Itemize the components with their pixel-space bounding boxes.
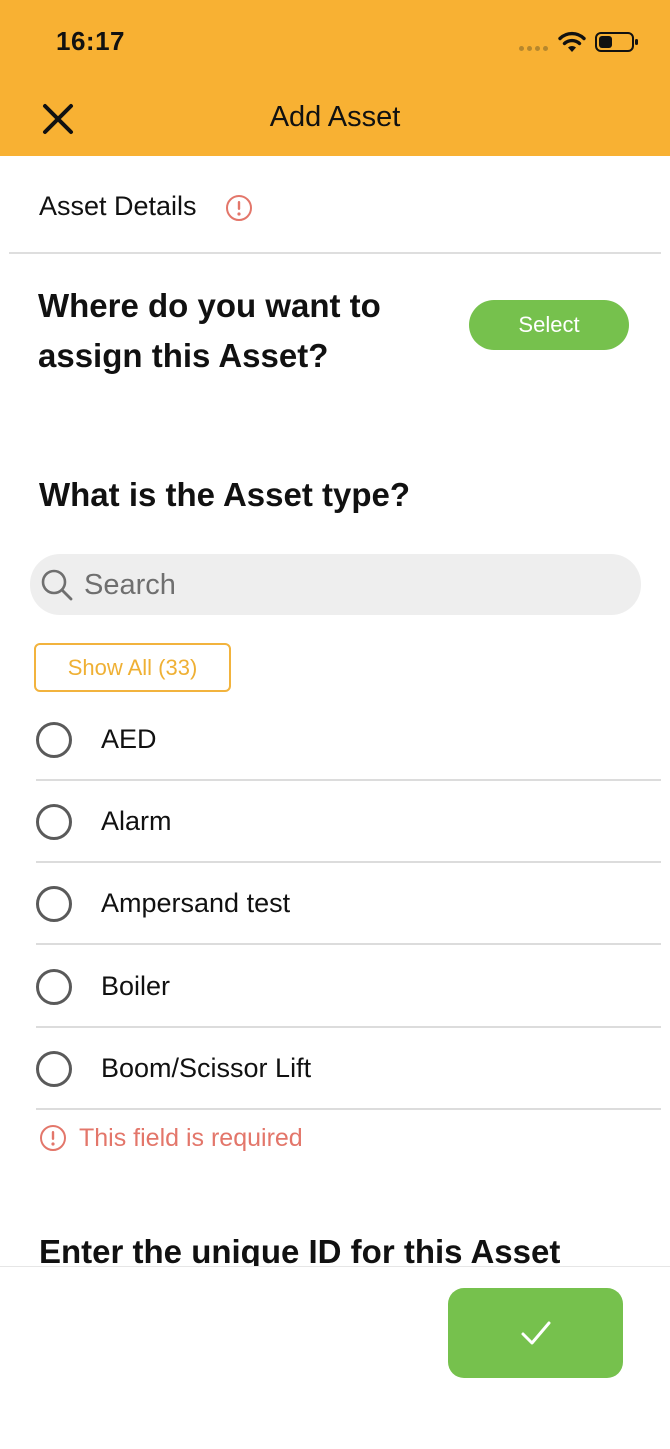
checkmark-icon (521, 1321, 551, 1345)
list-item-label: Boiler (101, 971, 171, 1001)
list-item[interactable]: Alarm (0, 780, 670, 863)
cellular-signal-icon (519, 46, 549, 52)
asset-type-question: What is the Asset type? (39, 476, 411, 513)
page-title: Add Asset (269, 101, 401, 133)
warning-icon (226, 195, 252, 221)
status-bar: 16:17 (0, 0, 670, 86)
error-message: This field is required (79, 1124, 303, 1152)
status-time: 16:17 (56, 26, 125, 56)
search-input[interactable] (84, 566, 604, 604)
radio-button[interactable] (36, 969, 72, 1005)
search-icon (41, 569, 73, 601)
list-item-label: AED (101, 724, 157, 754)
app-header: 16:17 Add Asset (0, 0, 670, 156)
radio-button[interactable] (36, 886, 72, 922)
list-item-label: Ampersand test (101, 888, 291, 918)
list-item-label: Boom/Scissor Lift (101, 1053, 312, 1083)
list-item[interactable]: Ampersand test (0, 862, 670, 945)
radio-button[interactable] (36, 804, 72, 840)
assign-question: Where do you want to assign this Asset? (38, 287, 381, 374)
wifi-icon (558, 31, 586, 52)
confirm-button[interactable] (448, 1288, 623, 1378)
warning-icon (40, 1125, 66, 1151)
divider (9, 252, 661, 254)
list-item[interactable]: Boiler (0, 945, 670, 1028)
radio-button[interactable] (36, 1051, 72, 1087)
section-title: Asset Details (39, 191, 197, 221)
list-item[interactable]: Boom/Scissor Lift (0, 1027, 670, 1110)
battery-icon (595, 32, 638, 52)
divider (36, 1108, 661, 1110)
list-item-label: Alarm (101, 806, 172, 836)
list-item[interactable]: AED (0, 698, 670, 781)
radio-button[interactable] (36, 722, 72, 758)
select-location-button[interactable]: Select (469, 300, 629, 350)
show-all-button[interactable]: Show All (33) (34, 643, 231, 692)
